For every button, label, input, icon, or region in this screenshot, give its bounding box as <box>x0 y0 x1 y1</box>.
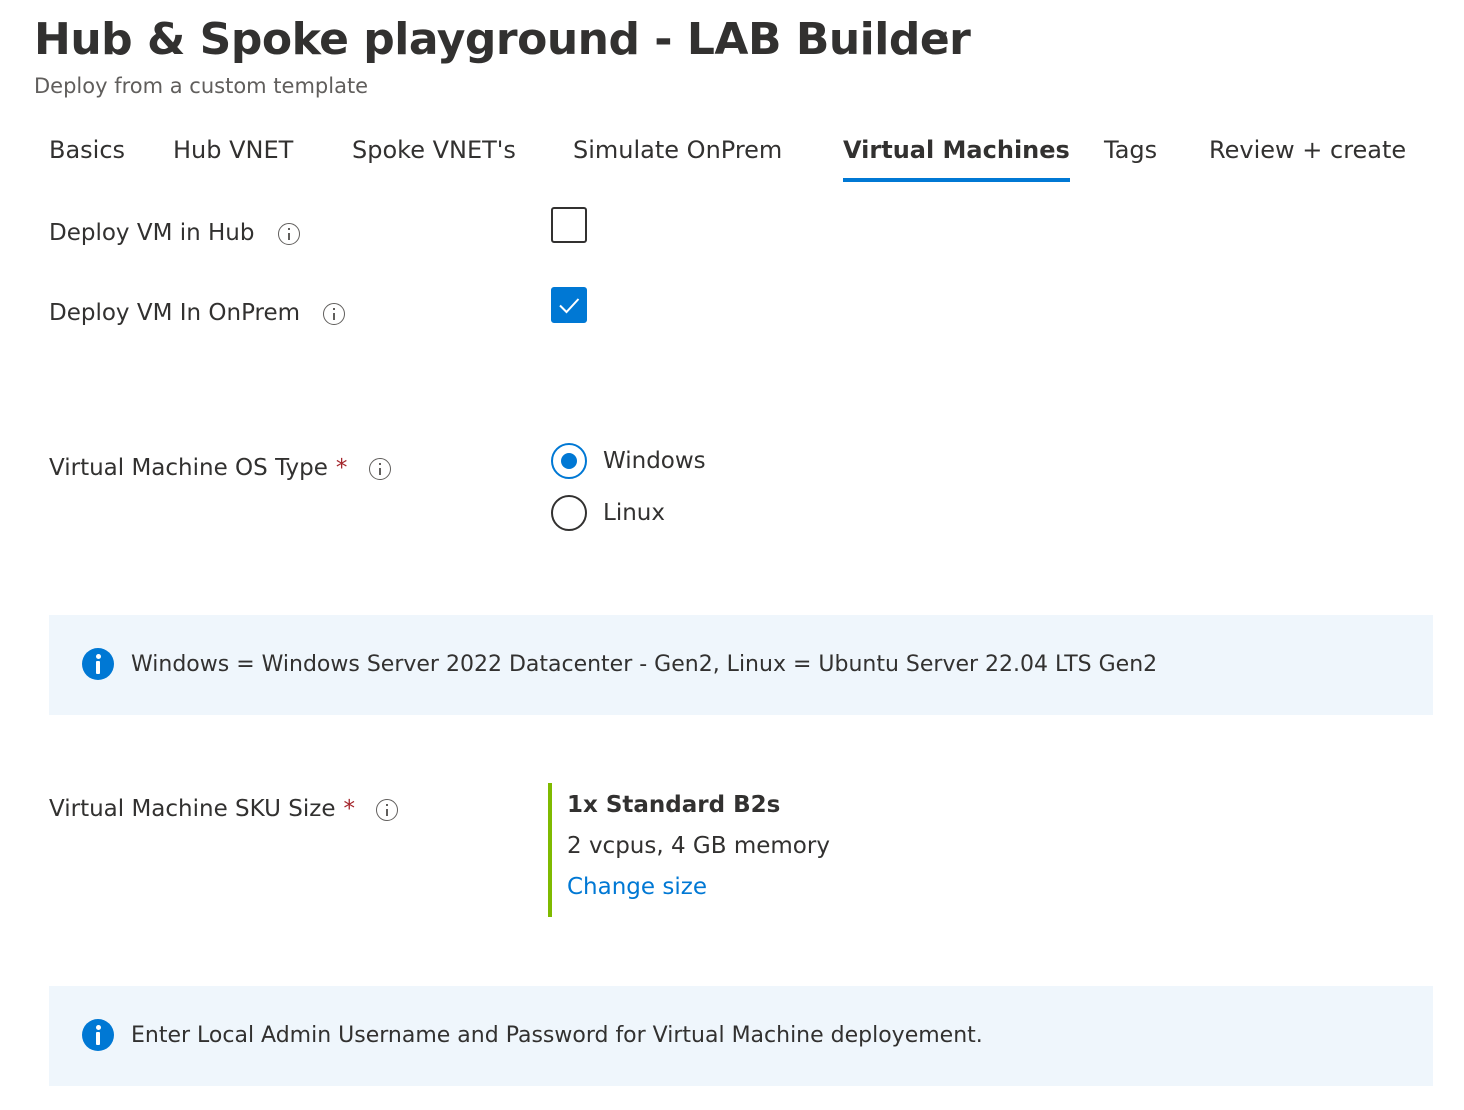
sku-size-label: Virtual Machine SKU Size * <box>49 793 399 825</box>
info-filled-icon <box>82 1019 114 1051</box>
info-icon[interactable] <box>323 302 346 325</box>
wizard-tabs: Basics Hub VNET Spoke VNET's Simulate On… <box>0 128 1464 188</box>
radio-windows-label: Windows <box>603 448 706 474</box>
deploy-vm-hub-label: Deploy VM in Hub <box>49 217 300 249</box>
tab-tags[interactable]: Tags <box>1104 128 1157 172</box>
sku-accent-bar <box>548 783 552 917</box>
os-info-banner: Windows = Windows Server 2022 Datacenter… <box>49 615 1433 715</box>
deploy-vm-onprem-label: Deploy VM In OnPrem <box>49 297 346 329</box>
tab-virtual-machines-label: Virtual Machines <box>843 136 1070 164</box>
tab-spoke-vnets[interactable]: Spoke VNET's <box>352 128 516 172</box>
sku-name: 1x Standard B2s <box>567 792 781 818</box>
deploy-vm-hub-label-text: Deploy VM in Hub <box>49 220 255 246</box>
os-type-label-text: Virtual Machine OS Type <box>49 455 328 481</box>
tab-hub-vnet[interactable]: Hub VNET <box>173 128 293 172</box>
info-icon[interactable] <box>368 457 391 480</box>
required-marker: * <box>335 455 348 481</box>
admin-info-text: Enter Local Admin Username and Password … <box>131 1023 983 1048</box>
tab-review-create[interactable]: Review + create <box>1209 128 1406 172</box>
page-subtitle: Deploy from a custom template <box>34 74 369 98</box>
page-title: Hub & Spoke playground - LAB Builder <box>34 14 971 65</box>
active-tab-indicator <box>843 178 1070 182</box>
sku-size-label-text: Virtual Machine SKU Size <box>49 796 336 822</box>
change-size-link[interactable]: Change size <box>567 874 707 900</box>
tab-virtual-machines[interactable]: Virtual Machines <box>843 128 1070 182</box>
deploy-vm-hub-checkbox[interactable] <box>551 207 587 243</box>
more-options-button[interactable]: ··· <box>933 22 960 47</box>
checkmark-icon <box>559 298 580 314</box>
os-option-linux[interactable]: Linux <box>551 495 751 531</box>
tab-simulate-onprem[interactable]: Simulate OnPrem <box>573 128 782 172</box>
deploy-vm-onprem-checkbox[interactable] <box>551 287 587 323</box>
tab-basics[interactable]: Basics <box>49 128 125 172</box>
os-type-label: Virtual Machine OS Type * <box>49 452 391 484</box>
info-icon[interactable] <box>376 798 399 821</box>
info-filled-icon <box>82 648 114 680</box>
radio-linux[interactable] <box>551 495 587 531</box>
radio-linux-label: Linux <box>603 500 665 526</box>
radio-windows[interactable] <box>551 443 587 479</box>
sku-detail: 2 vcpus, 4 GB memory <box>567 833 830 859</box>
os-info-text: Windows = Windows Server 2022 Datacenter… <box>131 652 1158 677</box>
info-icon[interactable] <box>277 222 300 245</box>
deploy-vm-onprem-label-text: Deploy VM In OnPrem <box>49 300 301 326</box>
os-option-windows[interactable]: Windows <box>551 443 751 479</box>
admin-info-banner: Enter Local Admin Username and Password … <box>49 986 1433 1086</box>
radio-selected-dot <box>561 453 577 469</box>
required-marker: * <box>343 796 355 822</box>
